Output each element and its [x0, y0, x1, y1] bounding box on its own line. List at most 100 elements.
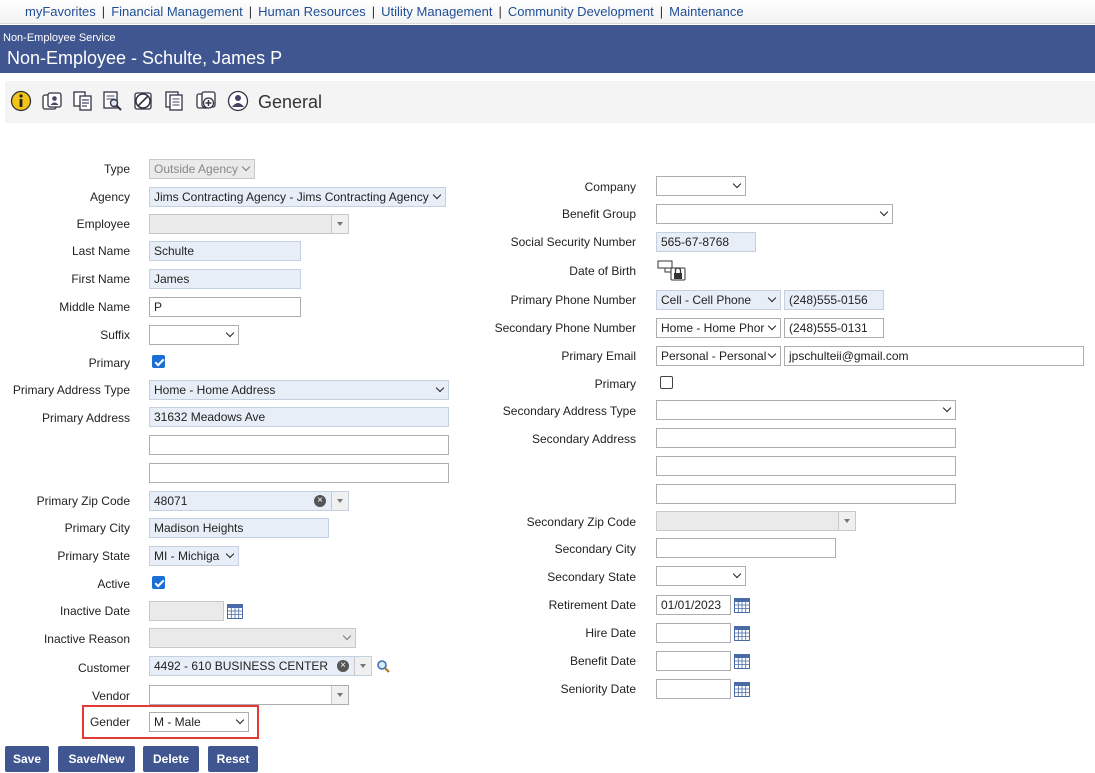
- primary-email-label: Primary Email: [561, 349, 636, 363]
- primary-zip-combo[interactable]: 48071 ×: [149, 491, 349, 511]
- primary-address-type-label: Primary Address Type: [12, 383, 130, 397]
- nav-separator: |: [101, 4, 106, 19]
- copy-document-icon[interactable]: [72, 90, 94, 112]
- secondary-phone-type-select[interactable]: Home - Home Phor: [656, 318, 781, 338]
- nav-my-favorites[interactable]: myFavorites: [25, 4, 96, 19]
- person-icon[interactable]: [227, 90, 249, 112]
- primary-city-input[interactable]: Madison Heights: [149, 518, 329, 538]
- calendar-icon[interactable]: [227, 604, 243, 619]
- primary-phone-type-select[interactable]: Cell - Cell Phone: [656, 290, 781, 310]
- info-icon[interactable]: [10, 90, 32, 112]
- nav-human-resources[interactable]: Human Resources: [258, 4, 366, 19]
- active-checkbox[interactable]: [152, 576, 165, 589]
- retirement-date-input[interactable]: 01/01/2023: [656, 595, 731, 615]
- last-name-input[interactable]: Schulte: [149, 241, 301, 261]
- clear-icon[interactable]: ×: [337, 660, 349, 672]
- add-group-icon[interactable]: [195, 90, 217, 112]
- reset-button[interactable]: Reset: [208, 746, 258, 772]
- benefit-date-input[interactable]: [656, 651, 731, 671]
- primary-state-select[interactable]: MI - Michiga: [149, 546, 239, 566]
- combo-dropdown-icon[interactable]: [331, 686, 348, 704]
- search-document-icon[interactable]: [102, 90, 124, 112]
- chevron-down-icon: [235, 715, 245, 725]
- chevron-down-icon: [342, 631, 352, 641]
- calendar-icon[interactable]: [734, 654, 750, 669]
- last-name-label: Last Name: [71, 244, 130, 258]
- primary-phone-input[interactable]: (248)555-0156: [784, 290, 884, 310]
- pages-icon[interactable]: [163, 90, 185, 112]
- secure-data-icon[interactable]: [657, 260, 689, 282]
- cancel-icon[interactable]: [132, 90, 154, 112]
- secondary-address-line1[interactable]: [656, 428, 956, 448]
- primary-address-line2[interactable]: [149, 435, 449, 455]
- first-name-input[interactable]: James: [149, 269, 301, 289]
- secondary-state-select[interactable]: [656, 566, 746, 586]
- suffix-select[interactable]: [149, 325, 239, 345]
- chevron-down-icon: [241, 162, 251, 172]
- secondary-phone-type-value: Home - Home Phor: [661, 321, 765, 335]
- gender-select[interactable]: M - Male: [149, 712, 249, 732]
- clear-icon[interactable]: ×: [314, 495, 326, 507]
- primary-state-value: MI - Michiga: [154, 549, 220, 563]
- people-icon[interactable]: [41, 90, 63, 112]
- calendar-icon[interactable]: [734, 626, 750, 641]
- nav-maintenance[interactable]: Maintenance: [669, 4, 743, 19]
- chevron-down-icon: [225, 328, 235, 338]
- secondary-address-label: Secondary Address: [531, 432, 636, 446]
- save-new-button[interactable]: Save/New: [58, 746, 135, 772]
- nav-financial-management[interactable]: Financial Management: [111, 4, 243, 19]
- secondary-phone-input[interactable]: (248)555-0131: [784, 318, 884, 338]
- primary-address-line3[interactable]: [149, 463, 449, 483]
- secondary-city-input[interactable]: [656, 538, 836, 558]
- benefit-group-select[interactable]: [656, 204, 893, 224]
- nav-separator: |: [498, 4, 502, 19]
- ssn-input[interactable]: 565-67-8768: [656, 232, 756, 252]
- nav-separator: |: [371, 4, 376, 19]
- combo-dropdown-icon[interactable]: [354, 657, 371, 675]
- vendor-combo[interactable]: [149, 685, 349, 705]
- active-label: Active: [97, 577, 130, 591]
- primary-address-type-select[interactable]: Home - Home Address: [149, 380, 449, 400]
- delete-button[interactable]: Delete: [143, 746, 199, 772]
- seniority-date-input[interactable]: [656, 679, 731, 699]
- magnifier-icon[interactable]: [376, 659, 392, 674]
- customer-combo[interactable]: 4492 - 610 BUSINESS CENTER ×: [149, 656, 372, 676]
- customer-label: Customer: [77, 661, 130, 675]
- suffix-label: Suffix: [100, 328, 130, 342]
- secondary-address-type-label: Secondary Address Type: [502, 404, 636, 418]
- agency-select[interactable]: Jims Contracting Agency - Jims Contracti…: [149, 187, 446, 207]
- agency-label: Agency: [89, 190, 130, 204]
- combo-dropdown-icon[interactable]: [331, 492, 348, 510]
- chevron-down-icon: [767, 349, 777, 359]
- company-select[interactable]: [656, 176, 746, 196]
- secondary-address-type-select[interactable]: [656, 400, 956, 420]
- primary-email-input[interactable]: jpschulteii@gmail.com: [784, 346, 1084, 366]
- chevron-down-icon: [432, 190, 442, 200]
- primary-address-line1[interactable]: 31632 Meadows Ave: [149, 407, 449, 427]
- primary-email-type-select[interactable]: Personal - Personal: [656, 346, 781, 366]
- calendar-icon[interactable]: [734, 598, 750, 613]
- toolbar: General: [5, 81, 1095, 123]
- save-button[interactable]: Save: [5, 746, 49, 772]
- nav-community-development[interactable]: Community Development: [508, 4, 654, 19]
- customer-value: 4492 - 610 BUSINESS CENTER: [154, 659, 329, 673]
- employee-label: Employee: [76, 217, 130, 231]
- primary-checkbox[interactable]: [152, 355, 165, 368]
- secondary-zip-combo[interactable]: [656, 511, 856, 531]
- type-label: Type: [103, 162, 130, 176]
- type-select: Outside Agency: [149, 159, 255, 179]
- top-navigation: myFavorites | Financial Management | Human R…: [0, 0, 1095, 24]
- nav-utility-management[interactable]: Utility Management: [381, 4, 492, 19]
- chevron-down-icon: [732, 179, 742, 189]
- secondary-address-line2[interactable]: [656, 456, 956, 476]
- page-title: Non-Employee - Schulte, James P: [7, 48, 283, 68]
- calendar-icon[interactable]: [734, 682, 750, 697]
- hire-date-input[interactable]: [656, 623, 731, 643]
- right-primary-checkbox[interactable]: [660, 376, 673, 389]
- chevron-down-icon: [732, 569, 742, 579]
- module-name: Non-Employee Service: [3, 32, 116, 44]
- combo-dropdown-icon[interactable]: [838, 512, 855, 530]
- secondary-address-line3[interactable]: [656, 484, 956, 504]
- nav-separator: |: [659, 4, 664, 19]
- middle-name-input[interactable]: P: [149, 297, 301, 317]
